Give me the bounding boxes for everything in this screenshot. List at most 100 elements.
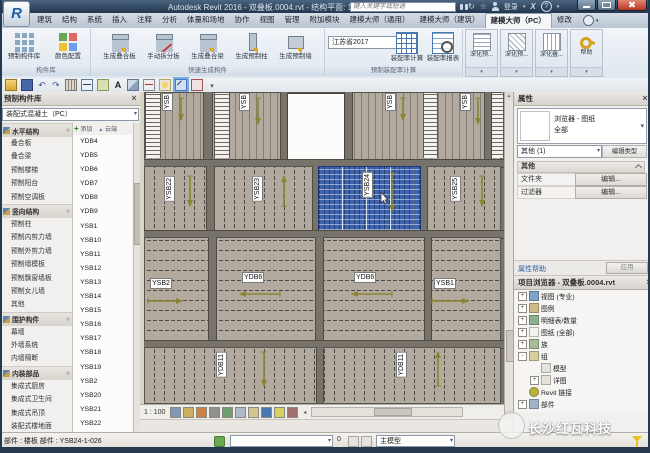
ribbon-tab-5[interactable]: 分析 — [157, 13, 182, 27]
gen-wall-button[interactable]: 生成预制墙 — [274, 29, 318, 60]
signin-label[interactable]: 登录 — [504, 2, 518, 12]
ribbon-tab-3[interactable]: 插入 — [107, 13, 132, 27]
library-item[interactable]: 装配式楼地面 — [0, 420, 72, 432]
deepen-beam-flyout[interactable]: 深化叠... ▾ — [535, 29, 568, 77]
expander-icon[interactable]: + — [518, 339, 527, 349]
part-list-item[interactable]: YDB4 — [73, 135, 132, 149]
ribbon-tab-6[interactable]: 体量和场地 — [182, 13, 230, 27]
library-item[interactable]: 预制外剪力墙 — [0, 245, 72, 258]
cloud-parts-button[interactable]: ▲ 云端 — [98, 124, 117, 133]
collapse-chevron-icon[interactable]: » — [66, 208, 70, 215]
hscroll-left-arrow-icon[interactable]: ◂ — [303, 409, 306, 416]
view-scale-button[interactable]: 1 : 100 — [144, 409, 165, 416]
filter-funnel-icon[interactable] — [632, 436, 642, 448]
library-category-2[interactable]: 围护构件 » — [0, 311, 72, 326]
library-category-0[interactable]: 水平结构 » — [0, 123, 72, 137]
library-list-scrollbar[interactable] — [133, 123, 141, 432]
maximize-button[interactable] — [597, 0, 616, 11]
library-category-1[interactable]: 竖向结构 » — [0, 203, 72, 218]
part-list-item[interactable]: YDB9 — [73, 205, 132, 219]
favorites-star-icon[interactable] — [480, 2, 487, 11]
design-option-combobox[interactable]: 主模型 — [376, 435, 455, 447]
close-icon[interactable] — [130, 92, 138, 105]
workset-combobox[interactable] — [230, 435, 333, 447]
application-menu-button[interactable]: R — [3, 1, 30, 27]
save-icon[interactable] — [21, 79, 33, 91]
temporary-hide-icon[interactable] — [248, 406, 260, 418]
gen-beam-button[interactable]: 生成叠合梁 — [186, 29, 230, 60]
reveal-hidden-icon[interactable] — [261, 406, 273, 418]
part-list-item[interactable]: YSB1 — [73, 220, 132, 234]
flyout-caret-icon[interactable]: ▾ — [466, 67, 497, 76]
browser-item[interactable]: + 视图 (专业) — [514, 290, 650, 302]
part-list-item[interactable]: YSB14 — [73, 290, 132, 304]
ribbon-tab-0[interactable]: 建筑 — [32, 13, 57, 27]
part-list-item[interactable]: YSB16 — [73, 318, 132, 332]
ribbon-tab-2[interactable]: 系统 — [82, 13, 107, 27]
signin-caret-icon[interactable]: ▾ — [523, 4, 526, 10]
minimize-button[interactable] — [577, 0, 596, 11]
panel-label[interactable]: YSB23 — [252, 176, 263, 202]
add-part-button[interactable]: + 添加 — [74, 124, 92, 133]
part-list-item[interactable]: YDB8 — [73, 191, 132, 205]
ribbon-tab-7[interactable]: 协作 — [230, 13, 255, 27]
part-list-item[interactable]: YSB12 — [73, 262, 132, 276]
ribbon-tab-1[interactable]: 结构 — [57, 13, 82, 27]
panel-label[interactable]: YSB1 — [434, 278, 456, 289]
switch-windows-icon[interactable] — [207, 80, 217, 90]
panel-label[interactable]: YSB22 — [164, 176, 175, 202]
panel-label[interactable]: YSB — [460, 93, 471, 112]
collapse-chevron-icon[interactable]: » — [66, 370, 70, 377]
undo-icon[interactable] — [37, 80, 47, 90]
default-3d-view-icon[interactable] — [127, 79, 139, 91]
reveal-constraints-icon[interactable] — [287, 406, 299, 418]
show-crop-icon[interactable] — [235, 406, 247, 418]
part-list-item[interactable]: YSB11 — [73, 248, 132, 262]
chevron-down-icon[interactable]: ▾ — [640, 122, 644, 130]
close-hidden-windows-icon[interactable] — [191, 79, 203, 91]
sun-settings-icon[interactable] — [159, 79, 171, 91]
floor-opening[interactable] — [287, 93, 345, 160]
panel-label[interactable]: YSB — [239, 93, 250, 112]
part-list-item[interactable]: YDB5 — [73, 149, 132, 163]
infocenter-search-input[interactable] — [350, 1, 456, 12]
browser-item[interactable]: + 明细表/数量 — [514, 314, 650, 326]
expander-icon[interactable]: + — [518, 399, 527, 409]
library-item[interactable]: 幕墙 — [0, 326, 72, 339]
browser-item[interactable]: + 族 — [514, 338, 650, 350]
drawing-area[interactable]: YSB YSB YSB YSB YSB22 YSB23 YSB24 YSB25 YSB2 YDB6… — [140, 92, 504, 404]
browser-item[interactable]: 模型 — [514, 362, 650, 374]
sync-icon[interactable] — [468, 2, 475, 11]
links-icon[interactable] — [361, 436, 372, 447]
ribbon-tab-8[interactable]: 视图 — [255, 13, 280, 27]
library-item[interactable]: 集成式吊顶 — [0, 407, 72, 420]
library-item[interactable]: 预制飘窗墙板 — [0, 272, 72, 285]
panel-label[interactable]: YSB25 — [450, 176, 461, 202]
panel-label[interactable]: YDB11 — [216, 352, 227, 378]
help-circle-icon[interactable] — [540, 1, 552, 12]
parts-library-button[interactable]: 预制构件库 — [2, 29, 46, 60]
ribbon-options-icon[interactable] — [582, 15, 594, 26]
part-list-item[interactable]: YDB6 — [73, 163, 132, 177]
library-item[interactable]: 叠合板 — [0, 137, 72, 150]
library-item[interactable]: 集成式卫生间 — [0, 393, 72, 406]
selected-panel-label[interactable]: YSB24 — [362, 172, 373, 198]
collapse-chevron-icon[interactable]: » — [66, 127, 70, 134]
panel-label[interactable]: YDB6 — [354, 272, 377, 283]
split-slab-button[interactable]: 手动拆分板 — [142, 29, 186, 60]
text-icon[interactable] — [113, 80, 123, 90]
signin-person-icon[interactable] — [491, 2, 499, 11]
browser-item[interactable]: + 图例 — [514, 302, 650, 314]
library-item[interactable]: 内墙隔断 — [0, 352, 72, 365]
help-key-flyout[interactable]: 帮助 ▾ — [570, 29, 603, 77]
flyout-caret-icon[interactable]: ▾ — [571, 67, 602, 76]
instance-filter-combobox[interactable]: 其他 (1) — [517, 145, 602, 158]
edit-button[interactable]: 编辑... — [575, 186, 647, 199]
editable-only-icon[interactable] — [348, 436, 359, 447]
scroll-down-icon[interactable]: ▾ — [505, 410, 513, 418]
flyout-caret-icon[interactable]: ▾ — [501, 67, 532, 76]
gen-slab-button[interactable]: 生成叠合板 — [98, 29, 142, 60]
browser-item[interactable]: + 详图 — [514, 374, 650, 386]
shadows-icon[interactable] — [209, 406, 221, 418]
part-list-item[interactable]: YSB10 — [73, 234, 132, 248]
